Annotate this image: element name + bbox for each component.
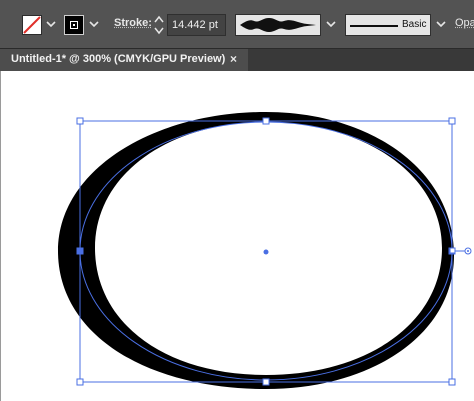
document-tab-title: Untitled-1* @ 300% (CMYK/GPU Preview) xyxy=(11,53,225,65)
width-profile-icon xyxy=(236,15,320,35)
stroke-panel-link[interactable]: Stroke: xyxy=(114,17,152,29)
handle-top-left[interactable] xyxy=(77,118,83,124)
document-tab[interactable]: Untitled-1* @ 300% (CMYK/GPU Preview) × xyxy=(0,49,248,72)
chevron-down-icon xyxy=(46,21,56,29)
fill-swatch[interactable] xyxy=(22,15,42,35)
center-point xyxy=(264,250,269,255)
stroke-weight-input[interactable]: 14.442 pt xyxy=(167,14,226,36)
handle-bottom-right[interactable] xyxy=(449,379,455,385)
artboard-canvas[interactable] xyxy=(0,71,474,401)
stroke-weight-stepper[interactable] xyxy=(152,13,166,37)
stroke-swatch[interactable] xyxy=(64,15,84,35)
brush-definition-select[interactable]: Basic xyxy=(345,14,431,36)
ellipse-stroke-shape[interactable] xyxy=(58,112,454,389)
handle-bottom-center[interactable] xyxy=(263,379,269,385)
brush-dropdown[interactable] xyxy=(434,15,448,35)
anchor-point-right[interactable] xyxy=(450,248,455,253)
document-tab-bar: Untitled-1* @ 300% (CMYK/GPU Preview) × xyxy=(0,48,474,71)
close-icon[interactable]: × xyxy=(230,52,237,66)
basic-brush-stroke-icon xyxy=(350,25,398,27)
handle-bottom-left[interactable] xyxy=(77,379,83,385)
artwork-svg[interactable] xyxy=(1,71,474,401)
none-fill-icon xyxy=(23,16,41,34)
handle-top-right[interactable] xyxy=(449,118,455,124)
fill-dropdown[interactable] xyxy=(44,15,58,35)
brush-label: Basic xyxy=(402,19,426,30)
control-bar: Stroke: 14.442 pt Basic Opa xyxy=(0,0,474,48)
chevron-down-icon xyxy=(326,21,336,29)
handle-top-center[interactable] xyxy=(263,118,269,124)
opacity-panel-link[interactable]: Opa xyxy=(455,17,474,29)
variable-width-profile-select[interactable] xyxy=(235,14,321,36)
stroke-dropdown[interactable] xyxy=(87,15,101,35)
illustrator-window: Stroke: 14.442 pt Basic Opa Untitled-1* … xyxy=(0,0,474,401)
chevron-down-icon xyxy=(436,21,446,29)
stroke-indicator-icon xyxy=(70,21,78,29)
profile-dropdown[interactable] xyxy=(324,15,338,35)
anchor-point-left[interactable] xyxy=(77,248,83,254)
pie-widget-dot xyxy=(467,250,469,252)
chevron-down-icon xyxy=(89,21,99,29)
up-down-arrows-icon xyxy=(152,13,166,37)
